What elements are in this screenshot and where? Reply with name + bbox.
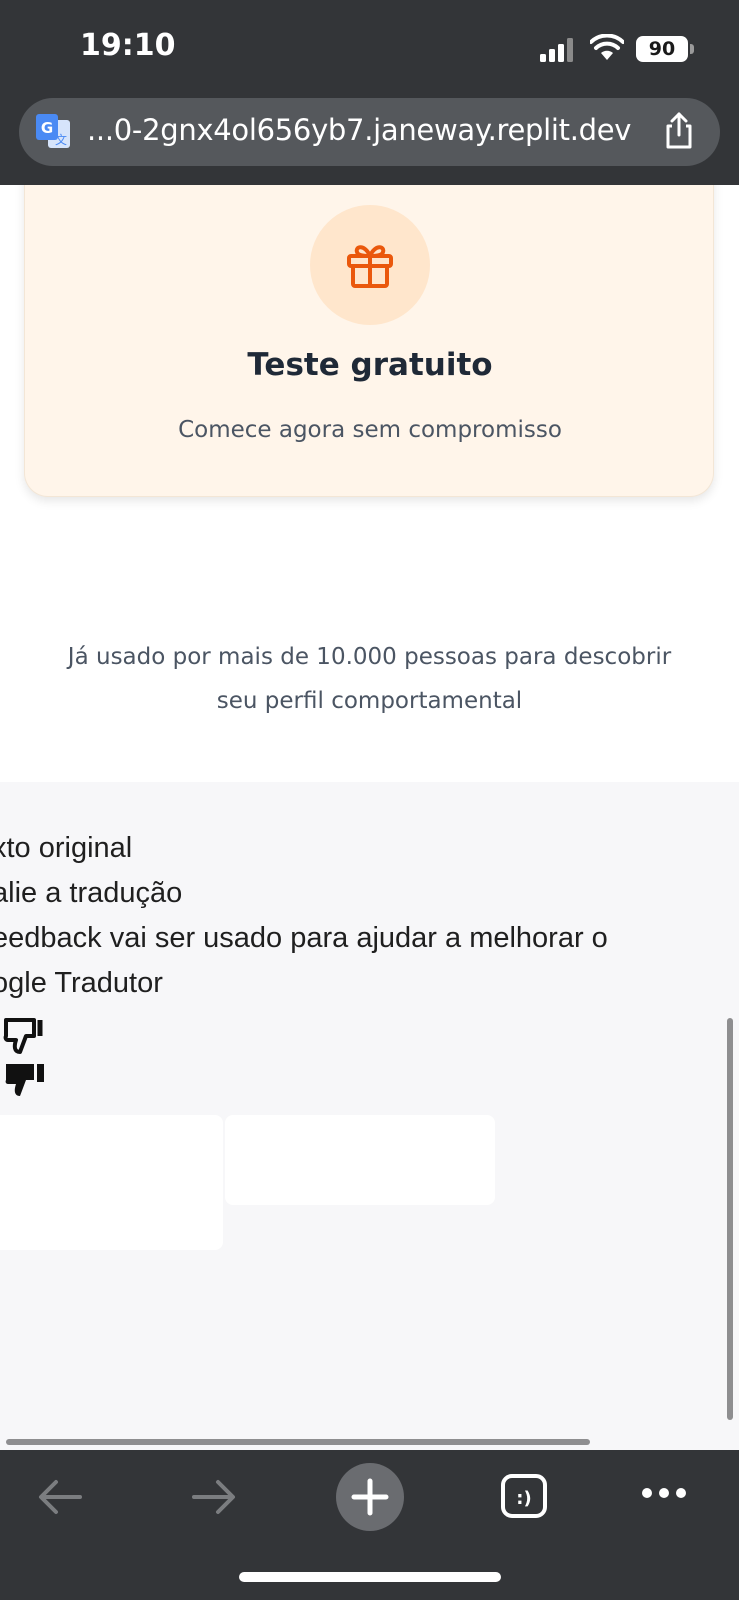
feedback-notice-line-1: eedback vai ser usado para ajudar a melh…	[0, 922, 608, 954]
forward-arrow-icon[interactable]	[190, 1478, 238, 1516]
url-area: G 文 ...0-2gnx4ol656yb7.janeway.replit.de…	[0, 92, 739, 185]
status-time: 19:10	[80, 28, 176, 63]
rate-translation-label: alie a tradução	[0, 877, 183, 909]
vertical-scrollbar[interactable]	[727, 1018, 733, 1420]
social-proof-line-1: Já usado por mais de 10.000 pessoas para…	[67, 644, 672, 670]
original-text-link[interactable]: xto original	[0, 832, 132, 865]
address-bar[interactable]: G 文 ...0-2gnx4ol656yb7.janeway.replit.de…	[19, 98, 720, 166]
signal-icon	[540, 38, 573, 62]
thumbs-down-filled-icon[interactable]	[2, 1060, 46, 1100]
tabs-icon[interactable]: :)	[500, 1473, 548, 1519]
url-text[interactable]: ...0-2gnx4ol656yb7.janeway.replit.dev	[87, 113, 631, 147]
svg-text:文: 文	[55, 132, 67, 147]
card-title: Teste gratuito	[247, 347, 493, 383]
wifi-icon	[590, 34, 624, 60]
gift-icon	[347, 245, 393, 288]
horizontal-scrollbar[interactable]	[6, 1439, 590, 1445]
home-indicator[interactable]	[239, 1572, 501, 1582]
thumbs-down-outline-icon[interactable]	[2, 1016, 46, 1056]
back-arrow-icon[interactable]	[36, 1478, 84, 1516]
gift-icon-circle	[310, 205, 430, 325]
battery-tip	[690, 44, 694, 54]
battery-icon: 90	[636, 36, 688, 62]
svg-text:G: G	[41, 119, 53, 137]
feedback-placeholder-block	[0, 1115, 223, 1250]
share-icon[interactable]	[659, 111, 699, 151]
tabs-label: :)	[516, 1488, 531, 1509]
free-trial-card[interactable]: Teste gratuito Comece agora sem compromi…	[24, 185, 714, 497]
translate-icon[interactable]: G 文	[34, 112, 72, 150]
card-subtitle: Comece agora sem compromisso	[178, 417, 562, 443]
new-tab-plus-icon[interactable]	[335, 1462, 405, 1532]
battery-level: 90	[648, 38, 676, 60]
social-proof-line-2: seu perfil comportamental	[216, 688, 523, 714]
status-bar: 19:10 90	[0, 0, 739, 92]
translate-feedback-panel: xto original alie a tradução eedback vai…	[0, 782, 739, 1450]
feedback-placeholder-block	[225, 1115, 495, 1205]
social-proof-text: Já usado por mais de 10.000 pessoas para…	[30, 635, 709, 723]
feedback-notice-line-2: ogle Tradutor	[0, 967, 163, 999]
more-icon[interactable]	[640, 1486, 688, 1500]
